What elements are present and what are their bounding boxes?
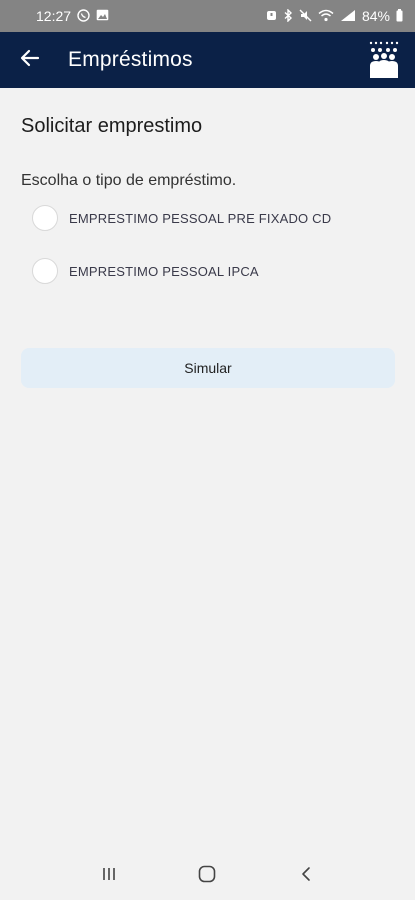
status-right: 84%	[265, 7, 403, 24]
radio-button[interactable]	[32, 258, 58, 284]
system-nav-bar	[0, 852, 415, 900]
option-label: EMPRESTIMO PESSOAL IPCA	[69, 263, 259, 279]
bluetooth-icon	[284, 7, 293, 24]
option-label: EMPRESTIMO PESSOAL PRE FIXADO CD	[69, 210, 332, 226]
whatsapp-icon	[77, 8, 90, 24]
recent-apps-icon	[101, 866, 117, 887]
recent-apps-button[interactable]	[89, 856, 129, 896]
back-button[interactable]	[10, 40, 50, 80]
arrow-left-icon	[20, 49, 40, 72]
signal-icon	[340, 9, 356, 24]
loan-option-ipca[interactable]: EMPRESTIMO PESSOAL IPCA	[32, 258, 259, 284]
loan-option-pre-fixado[interactable]: EMPRESTIMO PESSOAL PRE FIXADO CD	[32, 205, 331, 231]
home-icon	[198, 865, 216, 888]
battery-percent: 84%	[361, 8, 390, 24]
app-bar: Empréstimos	[0, 32, 415, 88]
loan-type-prompt: Escolha o tipo de empréstimo.	[21, 172, 237, 189]
wifi-icon	[318, 9, 334, 24]
battery-icon	[396, 8, 403, 24]
radio-button[interactable]	[32, 205, 58, 231]
page-title: Empréstimos	[68, 48, 193, 71]
mute-icon	[299, 9, 312, 24]
section-heading: Solicitar emprestimo	[21, 115, 203, 137]
status-time: 12:27	[36, 8, 72, 24]
simulate-button[interactable]: Simular	[21, 348, 395, 388]
status-bar: 12:27 84%	[0, 0, 415, 32]
people-group-icon	[367, 40, 401, 80]
back-icon	[300, 866, 312, 887]
alarm-icon	[265, 9, 278, 24]
image-icon	[96, 9, 109, 23]
status-left: 12:27	[36, 8, 109, 24]
main-content: Solicitar emprestimo Escolha o tipo de e…	[0, 88, 415, 840]
system-back-button[interactable]	[286, 856, 326, 896]
home-button[interactable]	[187, 856, 227, 896]
